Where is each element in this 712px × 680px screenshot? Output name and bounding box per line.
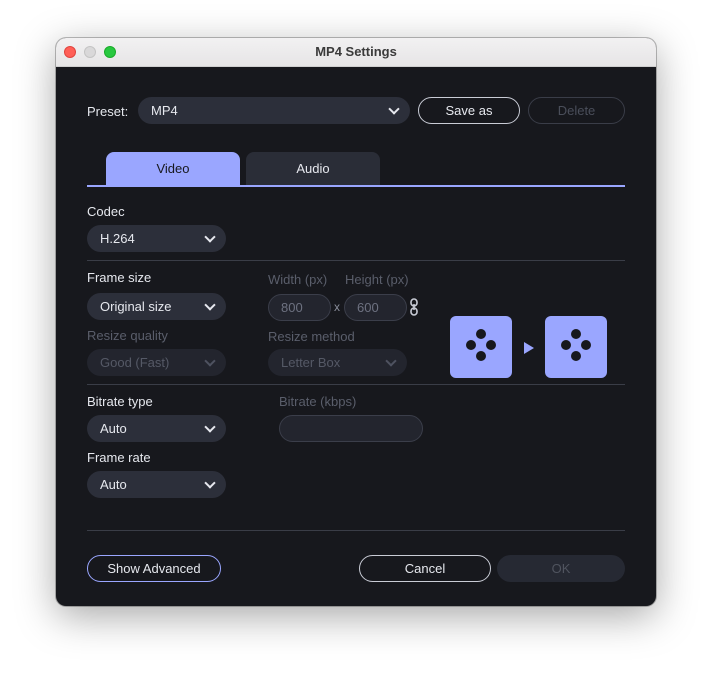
- frame-rate-value: Auto: [100, 477, 127, 492]
- codec-dropdown[interactable]: H.264: [87, 225, 226, 252]
- bitrate-field[interactable]: [279, 415, 423, 442]
- chevron-down-icon: [204, 355, 216, 367]
- resize-method-dropdown[interactable]: Letter Box: [268, 349, 407, 376]
- resize-quality-label: Resize quality: [87, 328, 168, 343]
- divider: [87, 260, 625, 261]
- height-field[interactable]: 600: [344, 294, 407, 321]
- chevron-down-icon: [204, 299, 216, 311]
- mp4-settings-window: MP4 Settings Preset: MP4 Save as Delete …: [56, 38, 656, 606]
- resize-method-label: Resize method: [268, 329, 355, 344]
- delete-button[interactable]: Delete: [528, 97, 625, 124]
- frame-size-label: Frame size: [87, 270, 152, 285]
- frame-rate-dropdown[interactable]: Auto: [87, 471, 226, 498]
- frame-size-dropdown[interactable]: Original size: [87, 293, 226, 320]
- chevron-down-icon: [385, 355, 397, 367]
- tab-video[interactable]: Video: [106, 152, 240, 185]
- codec-value: H.264: [100, 231, 135, 246]
- width-field[interactable]: 800: [268, 294, 331, 321]
- ok-button[interactable]: OK: [497, 555, 625, 582]
- bitrate-type-label: Bitrate type: [87, 394, 153, 409]
- preset-label: Preset:: [87, 104, 129, 119]
- frame-size-value: Original size: [100, 299, 172, 314]
- frame-rate-label: Frame rate: [87, 450, 151, 465]
- title-bar: MP4 Settings: [56, 38, 656, 67]
- chevron-down-icon: [204, 421, 216, 433]
- divider: [87, 530, 625, 531]
- save-as-button[interactable]: Save as: [418, 97, 520, 124]
- chevron-down-icon: [204, 231, 216, 243]
- bitrate-label: Bitrate (kbps): [279, 394, 357, 409]
- chevron-down-icon: [388, 103, 400, 115]
- bitrate-type-dropdown[interactable]: Auto: [87, 415, 226, 442]
- divider: [87, 384, 625, 385]
- preset-dropdown[interactable]: MP4: [138, 97, 410, 124]
- resize-method-value: Letter Box: [281, 355, 341, 370]
- resize-quality-value: Good (Fast): [100, 355, 170, 370]
- tab-underline: [87, 185, 625, 187]
- window-title: MP4 Settings: [315, 44, 397, 59]
- bitrate-type-value: Auto: [100, 421, 127, 436]
- output-preview-tile: [545, 316, 607, 378]
- tab-audio[interactable]: Audio: [246, 152, 380, 185]
- show-advanced-button[interactable]: Show Advanced: [87, 555, 221, 582]
- preset-value: MP4: [151, 103, 178, 118]
- source-preview-tile: [450, 316, 512, 378]
- height-label: Height (px): [345, 272, 409, 287]
- codec-label: Codec: [87, 204, 125, 219]
- width-label: Width (px): [268, 272, 328, 287]
- resize-quality-dropdown[interactable]: Good (Fast): [87, 349, 226, 376]
- link-icon[interactable]: [410, 298, 418, 321]
- chevron-down-icon: [204, 477, 216, 489]
- play-arrow-icon: [524, 341, 534, 359]
- times-sign: x: [334, 300, 340, 314]
- cancel-button[interactable]: Cancel: [359, 555, 491, 582]
